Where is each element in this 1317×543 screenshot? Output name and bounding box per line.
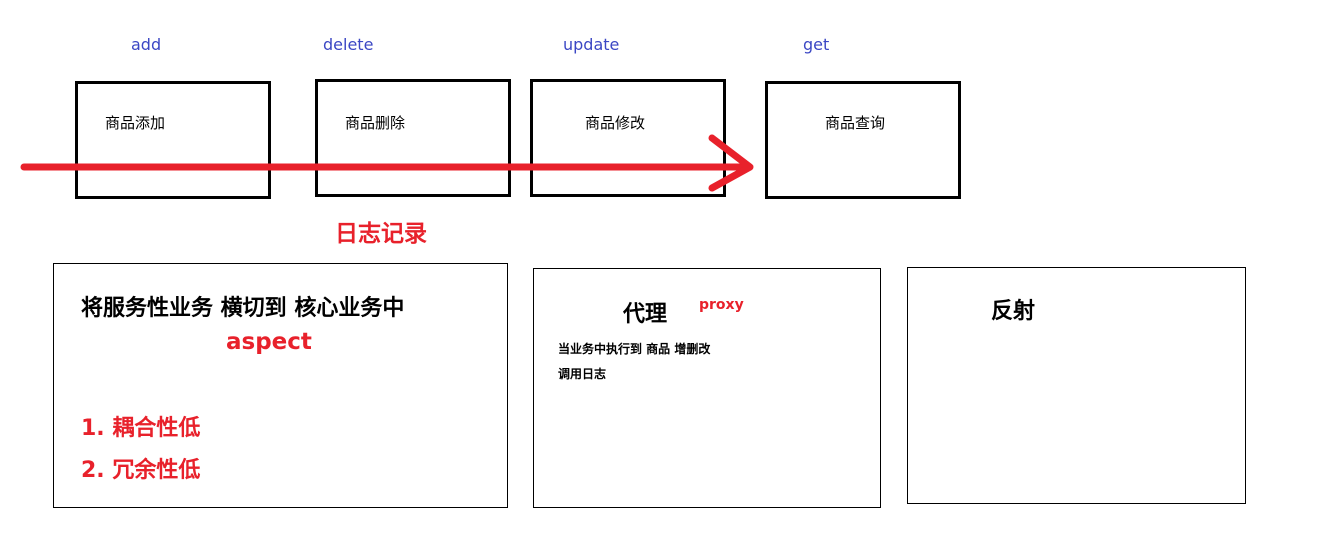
log-label: 日志记录 [335,221,427,247]
proxy-term: proxy [699,297,744,313]
proxy-panel: 代理 proxy 当业务中执行到 商品 增删改 调用日志 [533,268,881,508]
proxy-title: 代理 [623,302,668,327]
proxy-line-1: 当业务中执行到 商品 增删改 [558,342,711,356]
aspect-panel: 将服务性业务 横切到 核心业务中 aspect 1. 耦合性低 2. 冗余性低 [53,263,508,508]
aspect-point-2: 2. 冗余性低 [81,458,201,483]
aspect-heading: 将服务性业务 横切到 核心业务中 [81,296,405,321]
proxy-line-2: 调用日志 [558,367,607,381]
reflection-panel: 反射 [907,267,1246,504]
aspect-point-1: 1. 耦合性低 [81,416,201,441]
arrow-head [708,134,754,192]
reflection-title: 反射 [991,299,1036,324]
aspect-term: aspect [226,329,312,355]
